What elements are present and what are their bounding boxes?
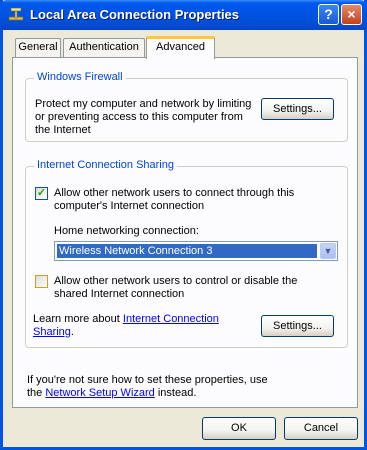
- learn-more-line1: Learn more about Internet Connection: [33, 313, 219, 326]
- allow-control-label-line1: Allow other network users to control or …: [54, 275, 298, 287]
- ics-group: Internet Connection Sharing ✓ Allow othe…: [25, 159, 348, 348]
- ics-help-link[interactable]: Internet Connection: [123, 313, 219, 325]
- properties-dialog: Local Area Connection Properties ? × Gen…: [0, 0, 367, 450]
- footer-line1: If you're not sure how to set these prop…: [27, 374, 268, 386]
- footer-line2: the Network Setup Wizard instead.: [27, 387, 196, 400]
- network-setup-wizard-link[interactable]: Network Setup Wizard: [45, 387, 154, 399]
- ics-help-link-cont[interactable]: Sharing: [33, 326, 71, 338]
- allow-control-checkbox[interactable]: [35, 275, 48, 288]
- network-connection-icon: [8, 7, 24, 21]
- advanced-tab-panel: Windows Firewall Protect my computer and…: [12, 57, 358, 408]
- ok-button[interactable]: OK: [202, 417, 276, 440]
- ics-title: Internet Connection Sharing: [34, 159, 177, 171]
- allow-control-label-line2: shared Internet connection: [54, 288, 185, 300]
- windows-firewall-title: Windows Firewall: [34, 71, 126, 83]
- help-icon: ?: [324, 6, 333, 22]
- allow-connect-checkbox[interactable]: ✓: [35, 187, 48, 200]
- tab-advanced[interactable]: Advanced: [146, 36, 215, 59]
- footer-suffix: instead.: [154, 387, 197, 399]
- firewall-description-line1: Protect my computer and network by limit…: [35, 98, 252, 110]
- firewall-description-line2: or preventing access to this computer fr…: [35, 111, 243, 123]
- help-button[interactable]: ?: [318, 4, 339, 25]
- footer-prefix: the: [27, 387, 46, 399]
- chevron-down-icon[interactable]: ▼: [320, 243, 336, 259]
- cancel-button[interactable]: Cancel: [284, 417, 358, 440]
- firewall-description-line3: the Internet: [35, 124, 91, 136]
- home-network-value: Wireless Network Connection 3: [57, 244, 317, 258]
- close-icon: ×: [347, 6, 356, 22]
- learn-more-suffix: .: [70, 326, 74, 338]
- home-network-select[interactable]: Wireless Network Connection 3 ▼: [54, 241, 338, 261]
- allow-connect-label-line1: Allow other network users to connect thr…: [54, 187, 295, 199]
- title-bar[interactable]: Local Area Connection Properties ? ×: [0, 0, 367, 30]
- learn-more-prefix: Learn more about: [33, 313, 123, 325]
- tab-authentication[interactable]: Authentication: [63, 38, 145, 57]
- ics-settings-button[interactable]: Settings...: [261, 315, 334, 337]
- tab-general[interactable]: General: [15, 38, 61, 57]
- windows-firewall-group: Windows Firewall Protect my computer and…: [25, 71, 348, 142]
- close-button[interactable]: ×: [341, 4, 362, 25]
- firewall-settings-button[interactable]: Settings...: [261, 98, 334, 120]
- window-title: Local Area Connection Properties: [30, 7, 240, 22]
- allow-connect-label-line2: computer's Internet connection: [54, 200, 205, 212]
- home-network-label: Home networking connection:: [54, 225, 199, 237]
- learn-more-line2: Sharing.: [33, 326, 74, 339]
